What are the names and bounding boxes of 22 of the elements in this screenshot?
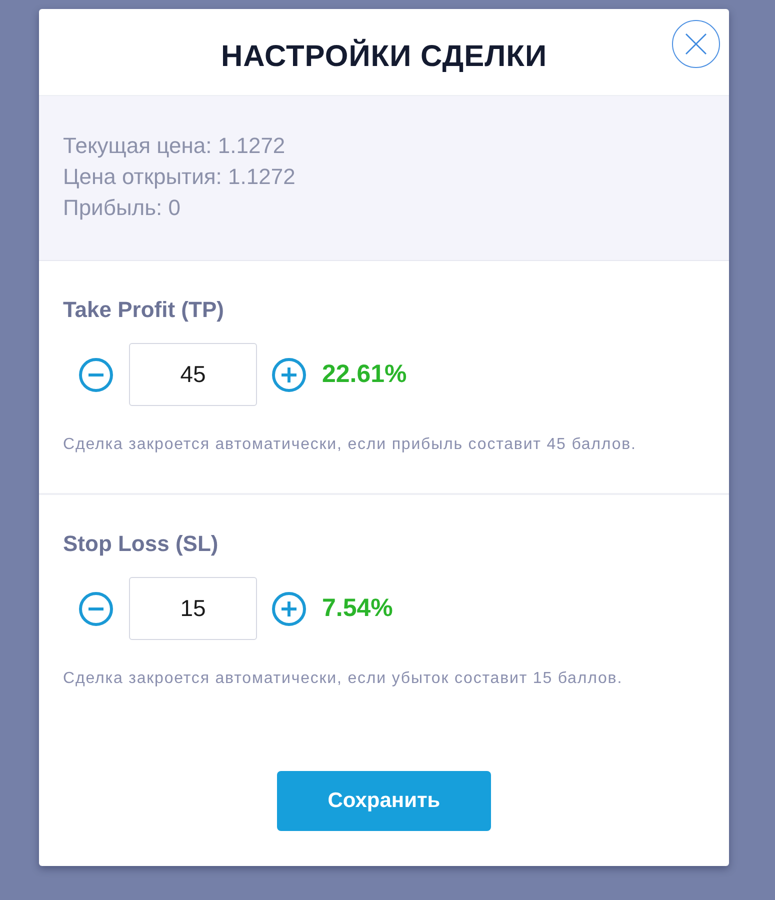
plus-icon [272, 592, 306, 626]
percent-value: 7.54% [322, 594, 393, 623]
decrease-button[interactable] [79, 592, 113, 626]
increase-button[interactable] [272, 358, 306, 392]
hint-text: Сделка закроется автоматически, если убыток составит 15 баллов. [63, 669, 624, 689]
info-text: Цена открытия: 1.1272 [63, 163, 296, 191]
increase-button[interactable] [272, 592, 306, 626]
dialog-title: НАСТРОЙКИ СДЕЛКИ [220, 40, 548, 74]
info-text: Прибыль: 0 [63, 194, 182, 222]
number-field[interactable]: 45 [129, 343, 257, 406]
close-icon [685, 33, 707, 55]
info-text: Текущая цена: 1.1272 [63, 132, 286, 160]
setting-label: Stop Loss (SL) [63, 532, 220, 556]
minus-icon [79, 592, 113, 626]
number-field[interactable]: 15 [129, 577, 257, 640]
hint-text: Сделка закроется автоматически, если прибыль составит 45 баллов. [63, 435, 638, 455]
plus-icon [272, 358, 306, 392]
decrease-button[interactable] [79, 358, 113, 392]
percent-value: 22.61% [322, 360, 407, 389]
minus-icon [79, 358, 113, 392]
setting-label: Take Profit (TP) [63, 298, 225, 322]
close-button[interactable] [672, 20, 720, 68]
